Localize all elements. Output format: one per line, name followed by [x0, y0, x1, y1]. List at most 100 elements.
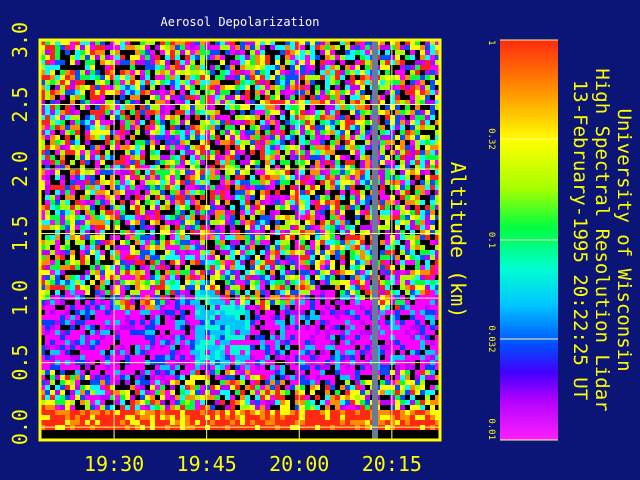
heatmap-cell — [360, 85, 365, 90]
heatmap-cell — [95, 310, 100, 315]
heatmap-cell — [420, 65, 425, 70]
heatmap-cell — [50, 160, 55, 165]
heatmap-cell — [300, 340, 305, 345]
heatmap-cell — [135, 335, 140, 340]
heatmap-cell — [385, 105, 390, 110]
heatmap-cell — [200, 185, 205, 190]
heatmap-cell — [405, 290, 410, 295]
heatmap-cell — [210, 85, 215, 90]
heatmap-cell — [65, 295, 70, 300]
heatmap-cell — [185, 160, 190, 165]
heatmap-cell — [85, 60, 90, 65]
heatmap-cell — [190, 95, 195, 100]
heatmap-cell — [185, 220, 190, 225]
heatmap-cell — [210, 320, 215, 325]
heatmap-cell — [305, 210, 310, 215]
heatmap-cell — [315, 55, 320, 60]
heatmap-cell — [195, 120, 200, 125]
heatmap-cell — [340, 205, 345, 210]
heatmap-cell — [90, 65, 95, 70]
heatmap-cell — [100, 290, 105, 295]
heatmap-cell — [300, 255, 305, 260]
heatmap-cell — [135, 305, 140, 310]
heatmap-cell — [305, 305, 310, 310]
heatmap-cell — [135, 325, 140, 330]
heatmap-cell — [320, 125, 325, 130]
heatmap-cell — [390, 255, 395, 260]
heatmap-cell — [230, 55, 235, 60]
heatmap-cell — [175, 305, 180, 310]
heatmap-cell — [115, 200, 120, 205]
heatmap-cell — [205, 250, 210, 255]
heatmap-cell — [230, 345, 235, 350]
heatmap-cell — [325, 130, 330, 135]
heatmap-cell — [120, 175, 125, 180]
heatmap-cell — [330, 255, 335, 260]
heatmap-cell — [160, 285, 165, 290]
heatmap-cell — [220, 150, 225, 155]
heatmap-cell — [340, 120, 345, 125]
heatmap-cell — [100, 340, 105, 345]
heatmap-cell — [400, 260, 405, 265]
heatmap-cell — [245, 185, 250, 190]
heatmap-cell — [230, 65, 235, 70]
heatmap-cell — [165, 45, 170, 50]
heatmap-cell — [50, 125, 55, 130]
heatmap-cell — [310, 130, 315, 135]
heatmap-cell — [365, 80, 370, 85]
heatmap-cell — [230, 305, 235, 310]
heatmap-cell — [150, 95, 155, 100]
heatmap-cell — [60, 210, 65, 215]
heatmap-cell — [390, 95, 395, 100]
heatmap-cell — [340, 55, 345, 60]
heatmap-cell — [275, 285, 280, 290]
heatmap-cell — [80, 255, 85, 260]
heatmap-cell — [145, 60, 150, 65]
heatmap-cell — [335, 340, 340, 345]
heatmap-cell — [225, 265, 230, 270]
heatmap-cell — [310, 180, 315, 185]
heatmap-cell — [145, 295, 150, 300]
heatmap-cell — [300, 140, 305, 145]
heatmap-cell — [215, 235, 220, 240]
heatmap-cell — [185, 340, 190, 345]
heatmap-cell — [360, 255, 365, 260]
heatmap-cell — [200, 235, 205, 240]
heatmap-cell — [300, 125, 305, 130]
heatmap-cell — [75, 65, 80, 70]
heatmap-cell — [175, 130, 180, 135]
heatmap-cell — [210, 230, 215, 235]
heatmap-cell — [55, 215, 60, 220]
heatmap-cell — [45, 75, 50, 80]
heatmap-cell — [55, 50, 60, 55]
heatmap-cell — [365, 235, 370, 240]
heatmap-cell — [70, 265, 75, 270]
heatmap-cell — [345, 320, 350, 325]
heatmap-cell — [235, 75, 240, 80]
heatmap-cell — [165, 270, 170, 275]
heatmap-cell — [420, 145, 425, 150]
heatmap-cell — [85, 315, 90, 320]
heatmap-cell — [350, 125, 355, 130]
heatmap-cell — [260, 110, 265, 115]
heatmap-cell — [95, 45, 100, 50]
heatmap-cell — [345, 310, 350, 315]
heatmap-cell — [175, 135, 180, 140]
heatmap-cell — [155, 340, 160, 345]
heatmap-cell — [240, 275, 245, 280]
heatmap-cell — [185, 305, 190, 310]
heatmap-cell — [200, 275, 205, 280]
heatmap-cell — [420, 325, 425, 330]
heatmap-cell — [230, 150, 235, 155]
heatmap-cell — [95, 140, 100, 145]
heatmap-cell — [230, 130, 235, 135]
heatmap-cell — [230, 195, 235, 200]
heatmap-cell — [255, 180, 260, 185]
heatmap-cell — [385, 290, 390, 295]
heatmap-cell — [130, 70, 135, 75]
heatmap-cell — [120, 115, 125, 120]
heatmap-cell — [385, 220, 390, 225]
heatmap-cell — [200, 215, 205, 220]
heatmap-cell — [325, 275, 330, 280]
heatmap-cell — [125, 265, 130, 270]
